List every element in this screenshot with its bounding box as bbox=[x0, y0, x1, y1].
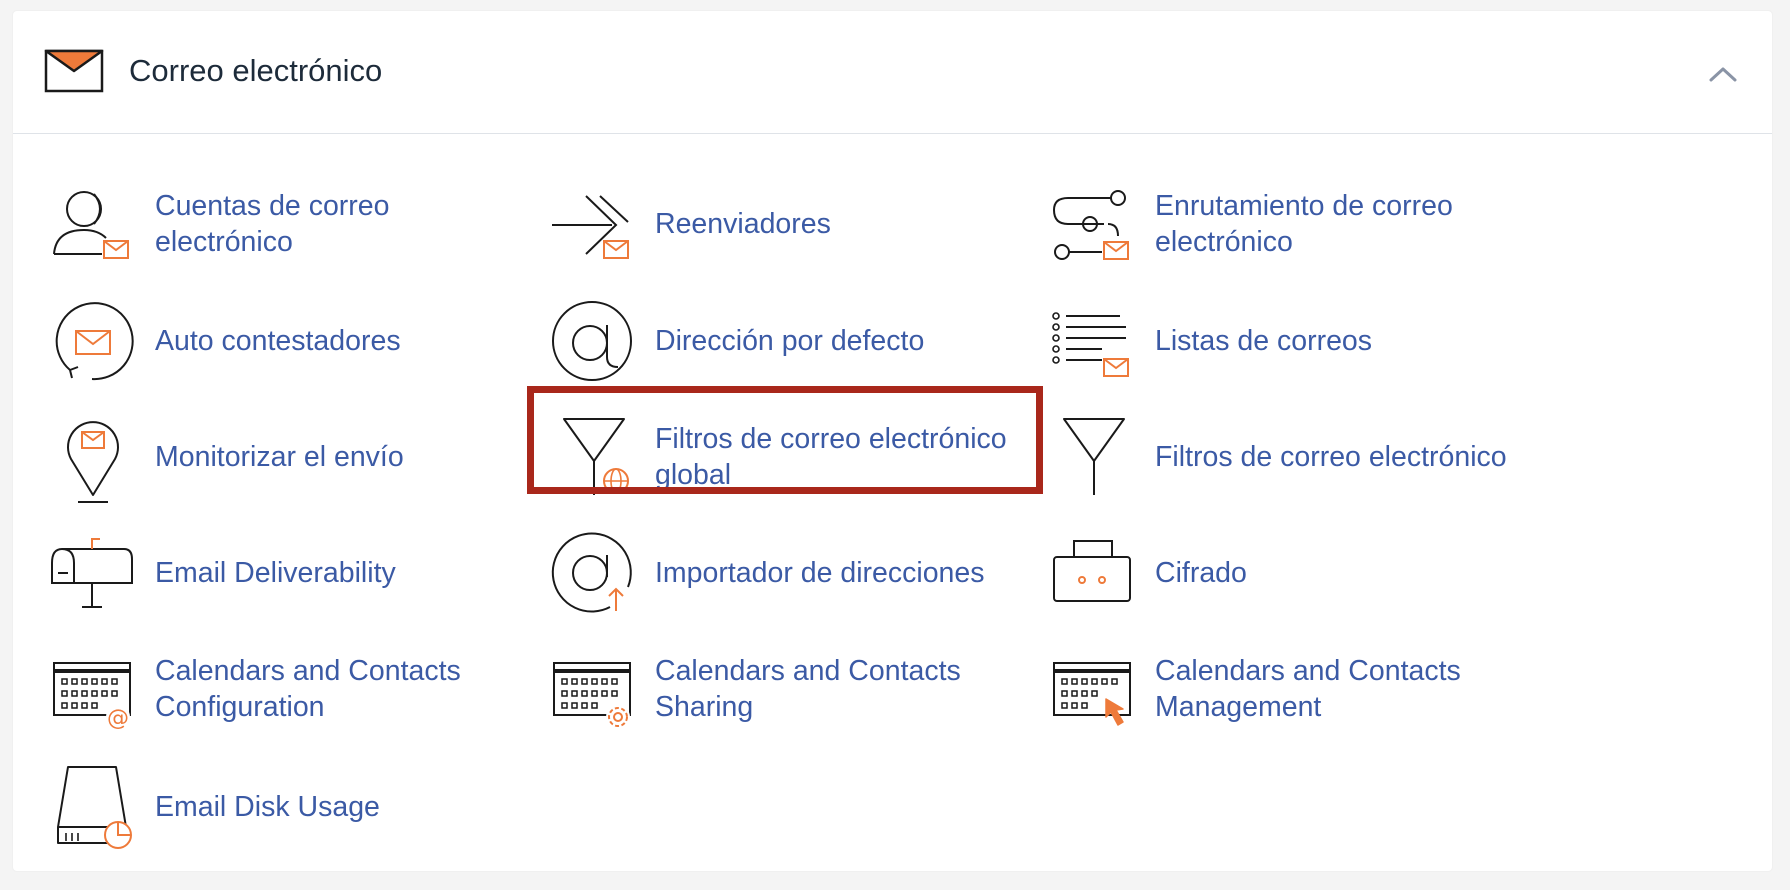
tool-encryption[interactable]: Cifrado bbox=[1048, 527, 1528, 619]
tool-label: Cuentas de correo electrónico bbox=[155, 190, 390, 258]
tool-label: Enrutamiento de correo electrónico bbox=[1155, 190, 1453, 258]
tool-label: Email Deliverability bbox=[155, 557, 396, 589]
tool-global-email-filters[interactable]: Filtros de correo electrónico global bbox=[548, 411, 1028, 503]
mailing-list-icon bbox=[1052, 312, 1129, 377]
tool-label: Cifrado bbox=[1155, 557, 1247, 589]
tool-label: Monitorizar el envío bbox=[155, 441, 404, 473]
calendar-sharing-icon bbox=[553, 662, 631, 729]
tool-label: Calendars and Contacts Management bbox=[1155, 655, 1461, 723]
filter-icon bbox=[1063, 418, 1125, 495]
track-delivery-icon bbox=[67, 421, 119, 503]
tool-email-accounts[interactable]: Cuentas de correo electrónico bbox=[48, 178, 528, 270]
tool-label: Filtros de correo electrónico bbox=[1155, 441, 1507, 473]
email-section-panel: Correo electrónico Cuentas de correo ele… bbox=[13, 11, 1772, 871]
tool-email-routing[interactable]: Enrutamiento de correo electrónico bbox=[1048, 178, 1528, 270]
tool-label: Importador de direcciones bbox=[655, 557, 985, 589]
tool-mailing-lists[interactable]: Listas de correos bbox=[1048, 295, 1528, 387]
tool-calendars-contacts-sharing[interactable]: Calendars and Contacts Sharing bbox=[548, 643, 1028, 735]
tool-autoresponders[interactable]: Auto contestadores bbox=[48, 295, 528, 387]
tool-default-address[interactable]: Dirección por defecto bbox=[548, 295, 1028, 387]
tool-label: Email Disk Usage bbox=[155, 791, 380, 823]
address-importer-icon bbox=[551, 532, 632, 613]
tool-address-importer[interactable]: Importador de direcciones bbox=[548, 527, 1028, 619]
calendar-management-icon bbox=[1053, 662, 1131, 726]
autoresponder-icon bbox=[55, 302, 134, 381]
disk-usage-icon bbox=[57, 766, 132, 849]
tool-label: Listas de correos bbox=[1155, 325, 1373, 357]
global-filter-icon bbox=[563, 418, 629, 495]
tool-label: Dirección por defecto bbox=[655, 325, 925, 357]
at-sign-icon bbox=[552, 301, 632, 381]
tool-forwarders[interactable]: Reenviadores bbox=[548, 178, 1028, 270]
mailbox-icon bbox=[51, 538, 133, 608]
calendar-config-icon: @ bbox=[53, 662, 131, 731]
tool-label: Filtros de correo electrónico global bbox=[655, 423, 1007, 491]
tool-calendars-contacts-configuration[interactable]: @ Calendars and Contacts Configuration bbox=[48, 643, 528, 735]
tool-track-delivery[interactable]: Monitorizar el envío bbox=[48, 411, 528, 503]
user-mail-icon bbox=[53, 191, 129, 259]
tool-email-filters[interactable]: Filtros de correo electrónico bbox=[1048, 411, 1528, 503]
tool-label: Auto contestadores bbox=[155, 325, 401, 357]
routing-mail-icon bbox=[1052, 190, 1129, 260]
tool-label: Calendars and Contacts Sharing bbox=[655, 655, 961, 723]
tool-email-disk-usage[interactable]: Email Disk Usage bbox=[48, 761, 528, 853]
forward-mail-icon bbox=[552, 195, 629, 259]
tools-grid: Cuentas de correo electrónico Reenviador… bbox=[13, 11, 1772, 871]
tool-email-deliverability[interactable]: Email Deliverability bbox=[48, 527, 528, 619]
tool-label: Reenviadores bbox=[655, 208, 831, 240]
tool-calendars-contacts-management[interactable]: Calendars and Contacts Management bbox=[1048, 643, 1528, 735]
svg-text:@: @ bbox=[107, 706, 129, 731]
tool-label: Calendars and Contacts Configuration bbox=[155, 655, 461, 723]
encryption-icon bbox=[1053, 540, 1131, 602]
